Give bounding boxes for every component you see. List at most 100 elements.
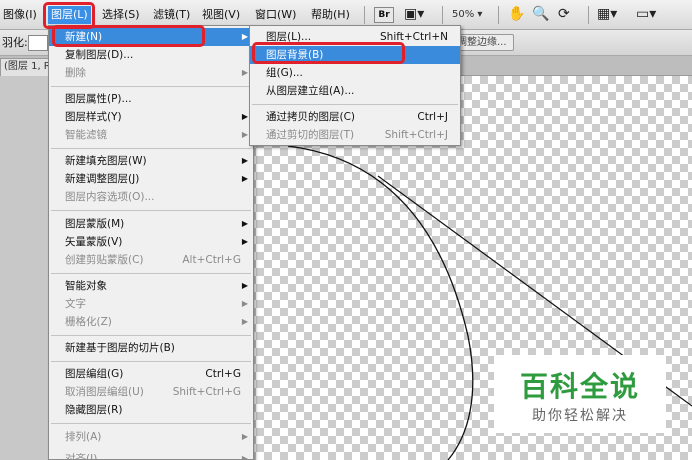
menu-separator [51, 423, 251, 424]
menu-item-layer-style[interactable]: 图层样式(Y) ▶ [49, 108, 253, 126]
menu-item-new-adjustment-layer[interactable]: 新建调整图层(J) ▶ [49, 170, 253, 188]
hand-icon[interactable]: ✋ [508, 5, 525, 23]
menu-filter[interactable]: 滤镜(T) [153, 6, 190, 24]
watermark-title: 百科全说 [519, 370, 640, 403]
watermark: 百科全说 助你轻松解决 [494, 355, 666, 433]
annotation-highlight-background [252, 42, 405, 64]
bridge-button[interactable]: Br [374, 7, 394, 23]
menu-separator [498, 6, 499, 24]
menu-item-new-fill-layer[interactable]: 新建填充图层(W) ▶ [49, 152, 253, 170]
menu-item-shortcut: Ctrl+J [417, 111, 448, 123]
menu-item-label: 图层编组(G) [65, 368, 124, 380]
submenu-arrow-icon: ▶ [241, 454, 248, 460]
menu-item-label: 隐藏图层(R) [65, 404, 123, 416]
menu-item-delete[interactable]: 删除 ▶ [49, 64, 253, 82]
menu-item-align[interactable]: 对齐(I) ▶ [49, 450, 253, 460]
submenu-arrow-icon: ▶ [241, 237, 248, 246]
menu-item-label: 文字 [65, 298, 86, 310]
screen-layout-icon[interactable]: ▭▾ [636, 5, 656, 23]
feather-input[interactable] [28, 35, 48, 51]
menu-item-label: 图层样式(Y) [65, 111, 122, 123]
menu-item-label: 删除 [65, 67, 86, 79]
menu-item-label: 图层内容选项(O)... [65, 191, 155, 203]
menu-item-shortcut: Ctrl+G [205, 368, 241, 380]
menu-item-layer-mask[interactable]: 图层蒙版(M) ▶ [49, 215, 253, 233]
menu-item-label: 通过剪切的图层(T) [266, 129, 355, 141]
menu-item-label: 图层属性(P)... [65, 93, 132, 105]
menu-item-type[interactable]: 文字 ▶ [49, 295, 253, 313]
menu-item-label: 从图层建立组(A)... [266, 85, 355, 97]
submenu-arrow-icon: ▶ [241, 219, 248, 228]
submenu-arrow-icon: ▶ [241, 299, 248, 308]
rotate-view-icon[interactable]: ⟳ [558, 5, 570, 23]
menu-item-ungroup-layers[interactable]: 取消图层编组(U) Shift+Ctrl+G [49, 383, 253, 401]
submenu-item-group[interactable]: 组(G)... [250, 64, 460, 82]
menu-separator [442, 6, 443, 24]
ellipse-curve [287, 145, 474, 460]
menu-item-shortcut: Shift+Ctrl+G [172, 386, 241, 398]
menu-item-smart-object[interactable]: 智能对象 ▶ [49, 277, 253, 295]
menu-item-label: 组(G)... [266, 67, 303, 79]
menu-item-label: 智能滤镜 [65, 129, 107, 141]
menu-separator [588, 6, 589, 24]
menu-item-hide-layers[interactable]: 隐藏图层(R) [49, 401, 253, 419]
menu-item-smart-filter[interactable]: 智能滤镜 ▶ [49, 126, 253, 144]
menu-item-label: 创建剪贴蒙版(C) [65, 254, 144, 266]
menu-separator [51, 361, 251, 362]
menu-item-label: 新建调整图层(J) [65, 173, 140, 185]
document-tab[interactable]: (图层 1, R [0, 58, 55, 76]
zoom-level[interactable]: 50% ▾ [452, 7, 482, 23]
menu-separator [51, 148, 251, 149]
menu-separator [51, 335, 251, 336]
submenu-item-group-from-layers[interactable]: 从图层建立组(A)... [250, 82, 460, 100]
menu-item-layer-content-options[interactable]: 图层内容选项(O)... [49, 188, 253, 206]
submenu-arrow-icon: ▶ [241, 317, 248, 326]
submenu-arrow-icon: ▶ [241, 32, 248, 41]
menu-item-group-layers[interactable]: 图层编组(G) Ctrl+G [49, 365, 253, 383]
menu-view[interactable]: 视图(V) [202, 6, 240, 24]
menu-separator [51, 210, 251, 211]
menu-item-label: 对齐(I) [65, 453, 98, 460]
watermark-subtitle: 助你轻松解决 [532, 408, 628, 424]
submenu-arrow-icon: ▶ [241, 281, 248, 290]
submenu-item-layer-via-cut[interactable]: 通过剪切的图层(T) Shift+Ctrl+J [250, 126, 460, 144]
submenu-arrow-icon: ▶ [241, 432, 248, 441]
feather-label: 羽化: [2, 36, 28, 49]
menu-select[interactable]: 选择(S) [102, 6, 140, 24]
menu-item-label: 排列(A) [65, 431, 102, 443]
menu-item-shortcut: Alt+Ctrl+G [182, 254, 241, 266]
menu-item-label: 矢量蒙版(V) [65, 236, 123, 248]
arrange-documents-icon[interactable]: ▦▾ [597, 5, 617, 23]
zoom-value: 50% [452, 9, 475, 20]
layer-menu-dropdown: 新建(N) ▶ 复制图层(D)... 删除 ▶ 图层属性(P)... 图层样式(Y)… [48, 25, 254, 460]
menu-item-layer-properties[interactable]: 图层属性(P)... [49, 90, 253, 108]
submenu-arrow-icon: ▶ [241, 68, 248, 77]
menu-item-duplicate-layer[interactable]: 复制图层(D)... [49, 46, 253, 64]
screen-mode-icon[interactable]: ▣▾ [404, 5, 424, 23]
menu-item-arrange[interactable]: 排列(A) ▶ [49, 428, 253, 446]
menu-help[interactable]: 帮助(H) [311, 6, 350, 24]
submenu-item-layer-via-copy[interactable]: 通过拷贝的图层(C) Ctrl+J [250, 108, 460, 126]
zoom-icon[interactable]: 🔍 [532, 5, 549, 23]
menu-item-label: 复制图层(D)... [65, 49, 134, 61]
submenu-arrow-icon: ▶ [241, 112, 248, 121]
menu-item-label: 通过拷贝的图层(C) [266, 111, 356, 123]
menu-item-label: 新建基于图层的切片(B) [65, 342, 175, 354]
menu-item-label: 栅格化(Z) [65, 316, 112, 328]
menu-item-label: 智能对象 [65, 280, 107, 292]
submenu-arrow-icon: ▶ [241, 130, 248, 139]
menu-separator [51, 273, 251, 274]
menu-item-create-clipping-mask[interactable]: 创建剪贴蒙版(C) Alt+Ctrl+G [49, 251, 253, 269]
submenu-arrow-icon: ▶ [241, 174, 248, 183]
submenu-arrow-icon: ▶ [241, 156, 248, 165]
menu-item-vector-mask[interactable]: 矢量蒙版(V) ▶ [49, 233, 253, 251]
menu-item-label: 新建填充图层(W) [65, 155, 147, 167]
menu-item-label: 图层蒙版(M) [65, 218, 125, 230]
menu-separator [364, 6, 365, 24]
menu-separator [51, 86, 251, 87]
menu-item-rasterize[interactable]: 栅格化(Z) ▶ [49, 313, 253, 331]
menu-image[interactable]: 图像(I) [3, 6, 37, 24]
menu-item-new-layer-based-slice[interactable]: 新建基于图层的切片(B) [49, 339, 253, 357]
menu-window[interactable]: 窗口(W) [255, 6, 296, 24]
menu-separator [252, 104, 458, 105]
